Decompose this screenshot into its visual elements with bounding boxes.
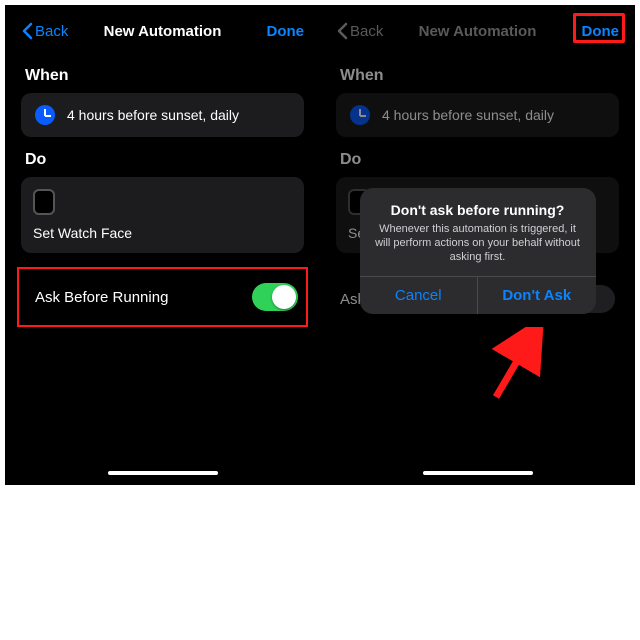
cancel-button[interactable]: Cancel: [360, 277, 478, 314]
screenshot-right: Back New Automation Done When 4 hours be…: [324, 9, 631, 481]
section-when: When: [324, 53, 631, 93]
when-trigger-label: 4 hours before sunset, daily: [67, 107, 239, 123]
when-trigger-label: 4 hours before sunset, daily: [382, 107, 554, 123]
screenshot-left: Back New Automation Done When 4 hours be…: [9, 9, 316, 481]
ask-before-running-toggle[interactable]: [252, 283, 298, 311]
home-indicator[interactable]: [108, 471, 218, 475]
when-trigger-card[interactable]: 4 hours before sunset, daily: [21, 93, 304, 137]
do-action-label: Set Watch Face: [33, 225, 132, 241]
clock-icon: [350, 105, 370, 125]
nav-bar: Back New Automation Done: [9, 9, 316, 53]
dont-ask-button[interactable]: Don't Ask: [477, 277, 596, 314]
done-button[interactable]: Done: [267, 23, 305, 40]
confirm-dialog: Don't ask before running? Whenever this …: [360, 188, 596, 315]
section-when: When: [9, 53, 316, 93]
do-action-card[interactable]: Set Watch Face: [21, 177, 304, 253]
chevron-left-icon: [21, 22, 33, 40]
ask-before-running-row[interactable]: Ask Before Running: [17, 267, 308, 327]
clock-icon: [35, 105, 55, 125]
back-label: Back: [350, 23, 383, 40]
annotation-done-highlight: [573, 13, 625, 43]
dialog-title: Don't ask before running?: [374, 202, 582, 218]
when-trigger-card[interactable]: 4 hours before sunset, daily: [336, 93, 619, 137]
ask-before-running-label: Ask Before Running: [35, 289, 168, 306]
back-button[interactable]: Back: [336, 22, 383, 40]
section-do: Do: [324, 137, 631, 177]
chevron-left-icon: [336, 22, 348, 40]
back-label: Back: [35, 23, 68, 40]
section-do: Do: [9, 137, 316, 177]
dialog-message: Whenever this automation is triggered, i…: [374, 222, 582, 265]
back-button[interactable]: Back: [21, 22, 68, 40]
annotation-arrow: [486, 327, 546, 407]
watchface-icon: [33, 189, 55, 215]
home-indicator[interactable]: [423, 471, 533, 475]
